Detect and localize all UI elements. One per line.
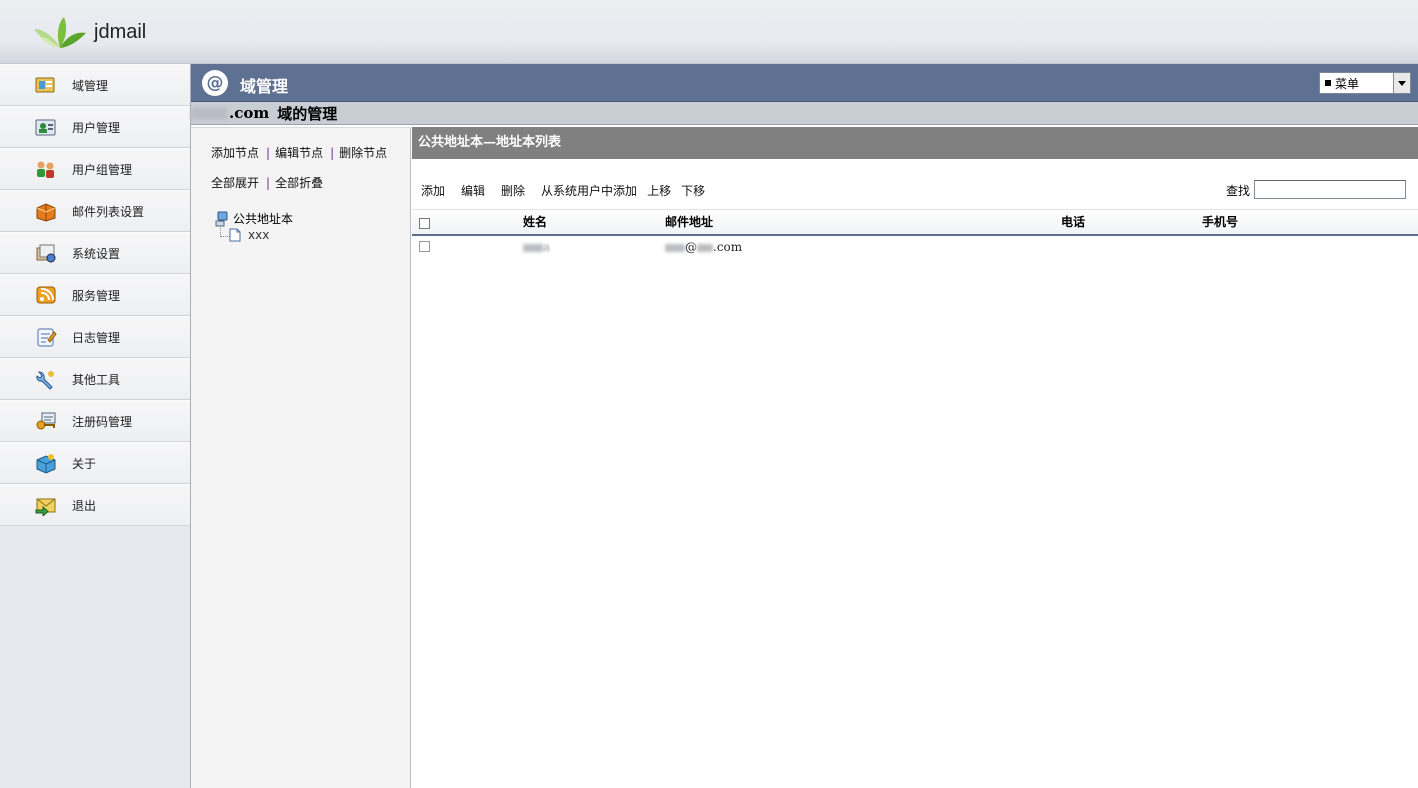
redacted-email-user bbox=[665, 243, 685, 252]
add-node-link[interactable]: 添加节点 bbox=[211, 146, 259, 160]
sidebar-item-user-groups[interactable]: 用户组管理 bbox=[0, 148, 190, 190]
sidebar-item-other-tools[interactable]: 其他工具 bbox=[0, 358, 190, 400]
separator: | bbox=[266, 176, 271, 190]
sidebar-item-label: 域管理 bbox=[72, 78, 109, 93]
sidebar-item-label: 服务管理 bbox=[72, 288, 121, 303]
redacted-name bbox=[523, 243, 543, 252]
row-email-cell: @ .com bbox=[665, 236, 742, 258]
tree-root-node[interactable]: 公共地址本 bbox=[215, 210, 293, 227]
sidebar-item-exit[interactable]: 退出 bbox=[0, 484, 190, 526]
domain-suffix: .com bbox=[229, 104, 270, 122]
sidebar-item-label: 日志管理 bbox=[72, 330, 121, 345]
chevron-down-icon[interactable] bbox=[1393, 73, 1410, 93]
user-icon bbox=[33, 116, 59, 138]
address-list-panel: 公共地址本—地址本列表 添加 编辑 删除 从系统用户中添加 上移 下移 查找 姓… bbox=[412, 127, 1418, 788]
domain-icon bbox=[33, 74, 59, 96]
redacted-domain-name bbox=[191, 107, 227, 119]
redacted-email-domain bbox=[697, 243, 713, 252]
column-header-phone[interactable]: 电话 bbox=[1061, 210, 1085, 234]
separator: | bbox=[330, 146, 335, 160]
collapse-all-link[interactable]: 全部折叠 bbox=[275, 176, 323, 190]
page-title: 域管理 bbox=[240, 77, 289, 96]
document-icon bbox=[229, 228, 241, 242]
menu-dropdown-value: 菜单 bbox=[1335, 76, 1360, 91]
add-from-system-users-button[interactable]: 从系统用户中添加 bbox=[541, 182, 637, 199]
sidebar-item-users[interactable]: 用户管理 bbox=[0, 106, 190, 148]
move-down-button[interactable]: 下移 bbox=[681, 182, 705, 199]
column-header-name[interactable]: 姓名 bbox=[523, 210, 547, 234]
sidebar-item-label: 系统设置 bbox=[72, 246, 121, 261]
sidebar-item-about[interactable]: 关于 bbox=[0, 442, 190, 484]
menu-dropdown[interactable]: 菜单 bbox=[1319, 72, 1411, 94]
sidebar-item-system-settings[interactable]: 系统设置 bbox=[0, 232, 190, 274]
delete-node-link[interactable]: 删除节点 bbox=[339, 146, 387, 160]
sidebar-item-services[interactable]: 服务管理 bbox=[0, 274, 190, 316]
sidebar-item-domain[interactable]: 域管理 bbox=[0, 64, 190, 106]
section-title-bar: @ 域管理 菜单 bbox=[191, 64, 1418, 102]
select-all-checkbox[interactable] bbox=[419, 218, 430, 229]
tree-root-label: 公共地址本 bbox=[233, 212, 294, 226]
expand-all-link[interactable]: 全部展开 bbox=[211, 176, 259, 190]
app-logo: jdmail bbox=[32, 14, 146, 50]
row-email-suffix: .com bbox=[713, 240, 743, 254]
search-input[interactable] bbox=[1254, 180, 1406, 199]
sidebar-item-label: 退出 bbox=[72, 498, 97, 513]
app-header: jdmail bbox=[0, 0, 1418, 64]
tree-child-label: xxx bbox=[248, 228, 270, 242]
exit-icon bbox=[33, 494, 59, 516]
sidebar-item-label: 关于 bbox=[72, 456, 97, 471]
sidebar-item-label: 用户组管理 bbox=[72, 162, 133, 177]
list-toolbar: 添加 编辑 删除 从系统用户中添加 上移 下移 bbox=[421, 182, 721, 199]
square-bullet-icon bbox=[1325, 80, 1331, 86]
edit-button[interactable]: 编辑 bbox=[461, 182, 485, 199]
column-header-email[interactable]: 邮件地址 bbox=[665, 210, 713, 234]
separator: | bbox=[266, 146, 271, 160]
user-group-icon bbox=[33, 158, 59, 180]
row-name-cell: a bbox=[523, 236, 550, 258]
log-icon bbox=[33, 326, 59, 348]
system-settings-icon bbox=[33, 242, 59, 264]
tree-toolbar-expand: 全部展开 | 全部折叠 bbox=[211, 174, 323, 191]
about-icon bbox=[33, 452, 59, 474]
add-button[interactable]: 添加 bbox=[421, 182, 445, 199]
tree-toolbar: 添加节点 | 编辑节点 | 删除节点 bbox=[211, 144, 387, 161]
move-up-button[interactable]: 上移 bbox=[647, 182, 671, 199]
sidebar-item-logs[interactable]: 日志管理 bbox=[0, 316, 190, 358]
at-sign-icon: @ bbox=[202, 70, 228, 96]
row-name-suffix: a bbox=[543, 240, 551, 254]
sidebar-item-label: 邮件列表设置 bbox=[72, 204, 145, 219]
delete-button[interactable]: 删除 bbox=[501, 182, 525, 199]
address-book-tree-panel: 添加节点 | 编辑节点 | 删除节点 全部展开 | 全部折叠 公共地址本 xxx bbox=[191, 127, 411, 788]
sidebar-item-mail-lists[interactable]: 邮件列表设置 bbox=[0, 190, 190, 232]
row-email-at: @ bbox=[685, 240, 697, 254]
table-row[interactable]: a @ .com bbox=[412, 236, 1418, 258]
sidebar-item-label: 其他工具 bbox=[72, 372, 121, 387]
sidebar-item-label: 注册码管理 bbox=[72, 414, 133, 429]
domain-management-heading: 域的管理 bbox=[277, 104, 338, 123]
tree-child-node[interactable]: xxx bbox=[229, 228, 269, 242]
domain-subtitle: .com 域的管理 bbox=[191, 102, 1418, 125]
sidebar-item-label: 用户管理 bbox=[72, 120, 121, 135]
sidebar-item-license-keys[interactable]: 注册码管理 bbox=[0, 400, 190, 442]
search-label: 查找 bbox=[1226, 184, 1251, 198]
mail-list-icon bbox=[33, 200, 59, 222]
leaf-logo-icon bbox=[34, 17, 86, 48]
row-checkbox[interactable] bbox=[419, 241, 430, 252]
edit-node-link[interactable]: 编辑节点 bbox=[275, 146, 323, 160]
column-header-mobile[interactable]: 手机号 bbox=[1202, 210, 1238, 234]
license-key-icon bbox=[33, 410, 59, 432]
sidebar: 域管理 用户管理 用户组管理 邮件列表设置 系统设置 服务管理 日志管理 其他工… bbox=[0, 64, 191, 788]
address-list-title: 公共地址本—地址本列表 bbox=[412, 127, 1418, 159]
service-icon bbox=[33, 284, 59, 306]
table-header: 姓名 邮件地址 电话 手机号 bbox=[412, 209, 1418, 236]
tools-icon bbox=[33, 368, 59, 390]
app-name: jdmail bbox=[94, 20, 147, 43]
computer-icon bbox=[215, 211, 228, 226]
